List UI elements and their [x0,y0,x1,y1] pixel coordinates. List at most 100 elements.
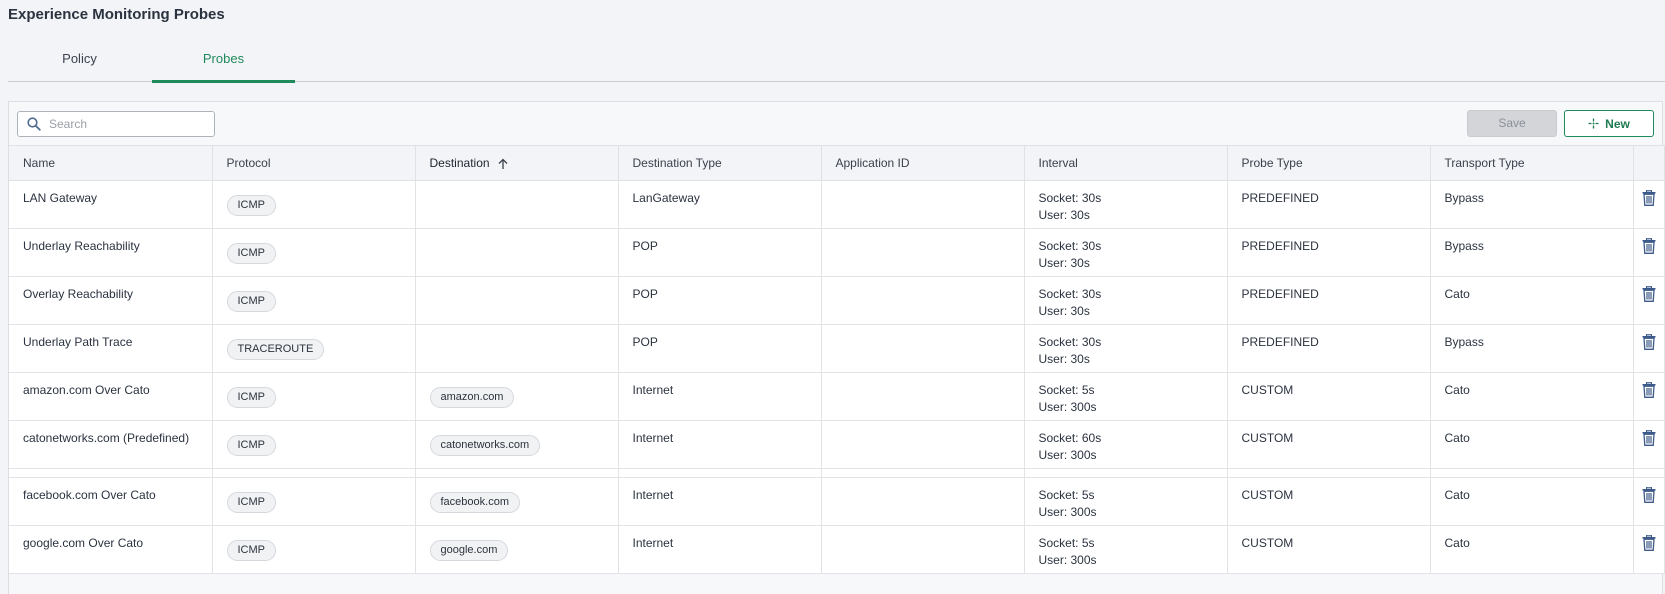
table-row[interactable]: google.com Over Cato ICMP google.com Int… [9,525,1665,574]
probe-type: CUSTOM [1241,383,1294,397]
save-button[interactable]: Save [1467,110,1557,137]
trash-icon[interactable] [1642,237,1656,254]
trash-icon[interactable] [1642,486,1656,503]
protocol-chip: ICMP [226,540,276,561]
cell-actions [1633,525,1665,574]
transport-type: Bypass [1444,335,1484,349]
cell-interval: Socket: 30s User: 30s [1024,324,1228,373]
cell-destination [415,324,619,373]
search-input[interactable] [49,115,209,133]
trash-icon[interactable] [1642,381,1656,398]
table-row[interactable]: catonetworks.com (Predefined) ICMP caton… [9,420,1665,469]
page-title: Experience Monitoring Probes [8,6,225,23]
cell-application-id [821,420,1025,469]
interval-socket: Socket: 30s [1038,335,1102,349]
column-header-actions [1633,145,1665,181]
cell-destination-type: POP [618,276,822,325]
cell-destination: amazon.com [415,372,619,421]
row-divider [9,468,1665,478]
cell-probe-type: PREDEFINED [1227,228,1431,277]
divider-cell [9,468,213,478]
cell-actions [1633,276,1665,325]
cell-destination [415,180,619,229]
interval-user: User: 300s [1038,400,1097,414]
interval-socket: Socket: 5s [1038,536,1095,550]
table-row[interactable]: Underlay Reachability ICMP POP Socket: 3… [9,228,1665,277]
destination-type: Internet [632,431,674,445]
trash-icon[interactable] [1642,429,1656,446]
cell-destination-type: POP [618,324,822,373]
cell-protocol: ICMP [212,180,416,229]
protocol-chip: TRACEROUTE [226,339,325,360]
cell-name: catonetworks.com (Predefined) [9,420,213,469]
cell-protocol: ICMP [212,477,416,526]
transport-type: Cato [1444,488,1470,502]
trash-icon[interactable] [1642,333,1656,350]
trash-icon[interactable] [1642,285,1656,302]
probe-name: LAN Gateway [23,191,98,205]
cell-actions [1633,180,1665,229]
cell-application-id [821,180,1025,229]
plus-icon [1588,118,1599,129]
cell-application-id [821,324,1025,373]
column-header-probe-type[interactable]: Probe Type [1227,145,1431,181]
protocol-chip: ICMP [226,492,276,513]
cell-destination: catonetworks.com [415,420,619,469]
cell-application-id [821,228,1025,277]
column-header-name[interactable]: Name [9,145,213,181]
cell-transport-type: Cato [1430,477,1634,526]
transport-type: Cato [1444,383,1470,397]
divider-cell [1430,468,1634,478]
table-row[interactable]: LAN Gateway ICMP LanGateway Socket: 30s … [9,180,1665,229]
cell-transport-type: Cato [1430,420,1634,469]
cell-name: Overlay Reachability [9,276,213,325]
probe-name: Overlay Reachability [23,287,134,301]
table-row[interactable]: amazon.com Over Cato ICMP amazon.com Int… [9,372,1665,421]
trash-icon[interactable] [1642,534,1656,551]
arrow-up-icon [498,158,508,169]
cell-probe-type: CUSTOM [1227,477,1431,526]
cell-protocol: TRACEROUTE [212,324,416,373]
probe-type: PREDEFINED [1241,191,1319,205]
column-header-destination-type[interactable]: Destination Type [618,145,822,181]
column-header-transport-type[interactable]: Transport Type [1430,145,1634,181]
table-row[interactable]: Underlay Path Trace TRACEROUTE POP Socke… [9,324,1665,373]
search-icon [27,117,41,131]
cell-actions [1633,228,1665,277]
cell-name: amazon.com Over Cato [9,372,213,421]
cell-name: facebook.com Over Cato [9,477,213,526]
table-row[interactable]: facebook.com Over Cato ICMP facebook.com… [9,477,1665,526]
cell-protocol: ICMP [212,525,416,574]
cell-probe-type: CUSTOM [1227,525,1431,574]
probe-name: amazon.com Over Cato [23,383,150,397]
divider-cell [415,468,619,478]
trash-icon[interactable] [1642,189,1656,206]
cell-destination-type: Internet [618,477,822,526]
destination-type: Internet [632,383,674,397]
column-header-interval[interactable]: Interval [1024,145,1228,181]
interval-socket: Socket: 5s [1038,383,1095,397]
new-button[interactable]: New [1564,110,1654,137]
cell-destination: facebook.com [415,477,619,526]
cell-application-id [821,276,1025,325]
cell-application-id [821,477,1025,526]
cell-actions [1633,420,1665,469]
interval-user: User: 30s [1038,304,1090,318]
tab-policy[interactable]: Policy [8,44,151,82]
tab-bar: Policy Probes [8,44,1665,83]
transport-type: Bypass [1444,239,1484,253]
column-header-application-id[interactable]: Application ID [821,145,1025,181]
interval-socket: Socket: 60s [1038,431,1102,445]
cell-name: Underlay Path Trace [9,324,213,373]
cell-destination [415,276,619,325]
column-header-destination[interactable]: Destination [415,145,619,181]
table-row[interactable]: Overlay Reachability ICMP POP Socket: 30… [9,276,1665,325]
tab-probes[interactable]: Probes [152,44,295,83]
transport-type: Cato [1444,287,1470,301]
divider-cell [212,468,416,478]
search-box[interactable] [17,111,215,137]
cell-destination [415,228,619,277]
column-header-protocol[interactable]: Protocol [212,145,416,181]
destination-type: POP [632,239,658,253]
cell-actions [1633,324,1665,373]
